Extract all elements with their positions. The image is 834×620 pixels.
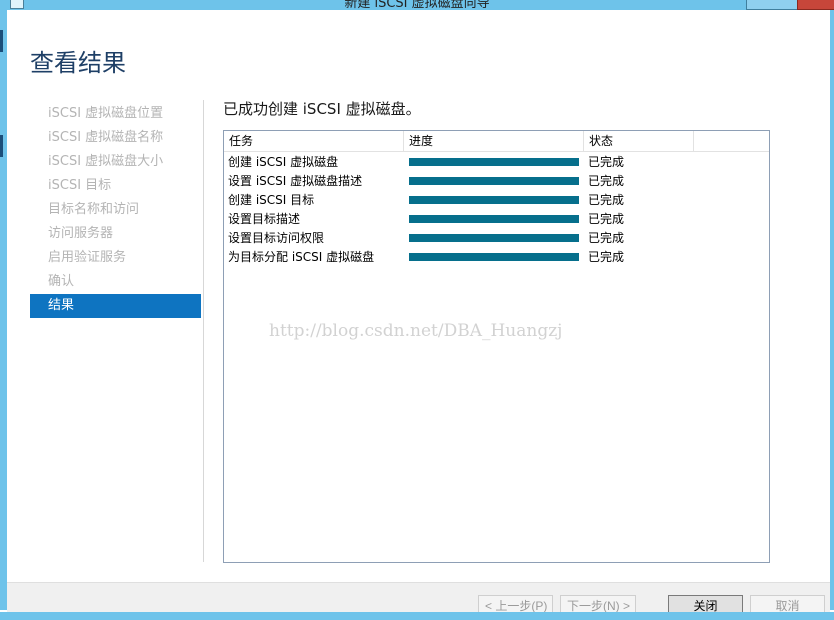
status-text: 已完成 (588, 193, 625, 207)
success-message: 已成功创建 iSCSI 虚拟磁盘。 (223, 100, 421, 118)
task-name: 设置目标描述 (228, 212, 301, 226)
table-row[interactable]: 为目标分配 iSCSI 虚拟磁盘 已完成 (224, 248, 769, 267)
progress-bar (409, 253, 579, 261)
minimize-button[interactable] (746, 0, 798, 10)
task-name: 创建 iSCSI 目标 (228, 193, 315, 207)
progress-bar (409, 215, 579, 223)
step-item[interactable]: iSCSI 虚拟磁盘位置 (30, 102, 201, 126)
page-title: 查看结果 (30, 49, 126, 77)
task-name: 设置 iSCSI 虚拟磁盘描述 (228, 174, 363, 188)
wizard-footer: < 上一步(P) 下一步(N) > 关闭 取消 (7, 582, 830, 616)
wizard-steps-nav: iSCSI 虚拟磁盘位置 iSCSI 虚拟磁盘名称 iSCSI 虚拟磁盘大小 iSCS… (30, 102, 201, 318)
progress-bar (409, 196, 579, 204)
step-item[interactable]: iSCSI 虚拟磁盘名称 (30, 126, 201, 150)
progress-cell (409, 210, 579, 229)
status-text: 已完成 (588, 250, 625, 264)
column-header-progress[interactable]: 进度 (404, 131, 584, 151)
progress-bar (409, 177, 579, 185)
wizard-client-area: 查看结果 iSCSI 虚拟磁盘位置 iSCSI 虚拟磁盘名称 iSCSI 虚拟磁盘大… (7, 10, 830, 612)
progress-bar-fill (409, 215, 579, 223)
status-text: 已完成 (588, 155, 625, 169)
step-item[interactable]: 确认 (30, 270, 201, 294)
progress-bar (409, 158, 579, 166)
task-name: 为目标分配 iSCSI 虚拟磁盘 (228, 250, 375, 264)
status-text: 已完成 (588, 212, 625, 226)
progress-bar-fill (409, 177, 579, 185)
task-results-table[interactable]: 任务 进度 状态 创建 iSCSI 虚拟磁盘 已完成 设置 iSCSI 虚拟磁盘描述… (223, 130, 770, 563)
table-header: 任务 进度 状态 (224, 131, 769, 152)
progress-bar-fill (409, 253, 579, 261)
table-row[interactable]: 设置目标访问权限 已完成 (224, 229, 769, 248)
step-item[interactable]: iSCSI 目标 (30, 174, 201, 198)
step-item[interactable]: 启用验证服务 (30, 246, 201, 270)
column-header-status[interactable]: 状态 (584, 131, 694, 151)
progress-bar (409, 234, 579, 242)
task-name: 创建 iSCSI 虚拟磁盘 (228, 155, 339, 169)
progress-cell (409, 229, 579, 248)
background-window-edge (0, 135, 3, 157)
background-window-edge (0, 30, 3, 52)
progress-cell (409, 248, 579, 267)
progress-cell (409, 153, 579, 172)
step-item[interactable]: iSCSI 虚拟磁盘大小 (30, 150, 201, 174)
status-text: 已完成 (588, 231, 625, 245)
step-item[interactable]: 目标名称和访问 (30, 198, 201, 222)
nav-divider (203, 100, 204, 562)
progress-cell (409, 172, 579, 191)
step-item[interactable]: 结果 (30, 294, 201, 318)
progress-cell (409, 191, 579, 210)
window-frame-left (0, 10, 7, 610)
close-window-button[interactable] (797, 0, 834, 10)
window-frame-right (830, 10, 834, 610)
table-row[interactable]: 创建 iSCSI 目标 已完成 (224, 191, 769, 210)
window-title: 新建 iSCSI 虚拟磁盘向导 (344, 0, 490, 10)
progress-bar-fill (409, 196, 579, 204)
window-frame-bottom (0, 612, 834, 620)
column-header-extra[interactable] (694, 131, 769, 151)
step-item[interactable]: 访问服务器 (30, 222, 201, 246)
table-row[interactable]: 创建 iSCSI 虚拟磁盘 已完成 (224, 153, 769, 172)
progress-bar-fill (409, 234, 579, 242)
task-name: 设置目标访问权限 (228, 231, 325, 245)
column-header-task[interactable]: 任务 (224, 131, 404, 151)
window-titlebar[interactable]: 新建 iSCSI 虚拟磁盘向导 (0, 0, 834, 10)
table-row[interactable]: 设置目标描述 已完成 (224, 210, 769, 229)
table-row[interactable]: 设置 iSCSI 虚拟磁盘描述 已完成 (224, 172, 769, 191)
watermark: http://blog.csdn.net/DBA_Huangzj (269, 321, 563, 341)
progress-bar-fill (409, 158, 579, 166)
status-text: 已完成 (588, 174, 625, 188)
